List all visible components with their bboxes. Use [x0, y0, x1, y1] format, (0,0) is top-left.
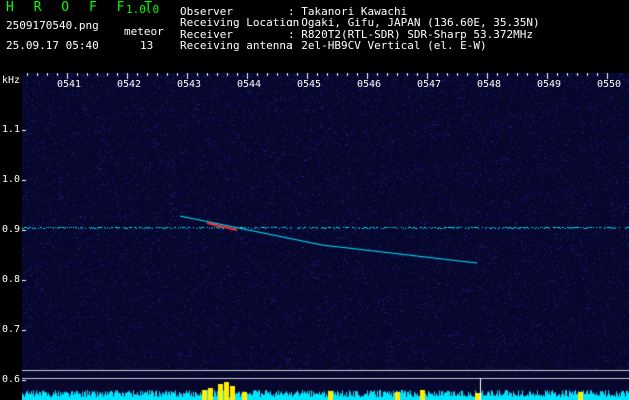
image-filename: 2509170540.png: [6, 19, 99, 32]
y-tick-label: 0.9: [2, 224, 21, 235]
app-version: 1.0.0: [126, 3, 160, 16]
x-tick-label: 0544: [237, 79, 262, 90]
spectrogram-plot: [22, 73, 629, 400]
y-tick-label: 0.8: [2, 274, 21, 285]
x-tick-label: 0546: [357, 79, 382, 90]
x-tick-label: 0545: [297, 79, 322, 90]
meteor-count-label: meteor: [124, 25, 164, 38]
x-tick-label: 0541: [57, 79, 82, 90]
x-tick-label: 0550: [597, 79, 622, 90]
y-tick-label: 0.6: [2, 374, 21, 385]
x-tick-label: 0548: [477, 79, 502, 90]
y-tick-label: 0.7: [2, 324, 21, 335]
x-tick-label: 0547: [417, 79, 442, 90]
y-axis-unit: kHz: [2, 75, 21, 86]
hrofft-window: H R O F F T 1.0.0 2509170540.png 25.09.1…: [0, 0, 629, 400]
y-tick-label: 1.0: [2, 174, 21, 185]
meteor-count: 13: [140, 39, 154, 52]
x-tick-label: 0549: [537, 79, 562, 90]
x-tick-label: 0542: [117, 79, 142, 90]
y-tick-label: 1.1: [2, 124, 21, 135]
info-antenna-value: : 2el-HB9CV Vertical (el. E-W): [288, 39, 487, 52]
x-tick-label: 0543: [177, 79, 202, 90]
info-antenna-label: Receiving antenna: [180, 39, 293, 52]
timestamp: 25.09.17 05:40: [6, 39, 99, 52]
